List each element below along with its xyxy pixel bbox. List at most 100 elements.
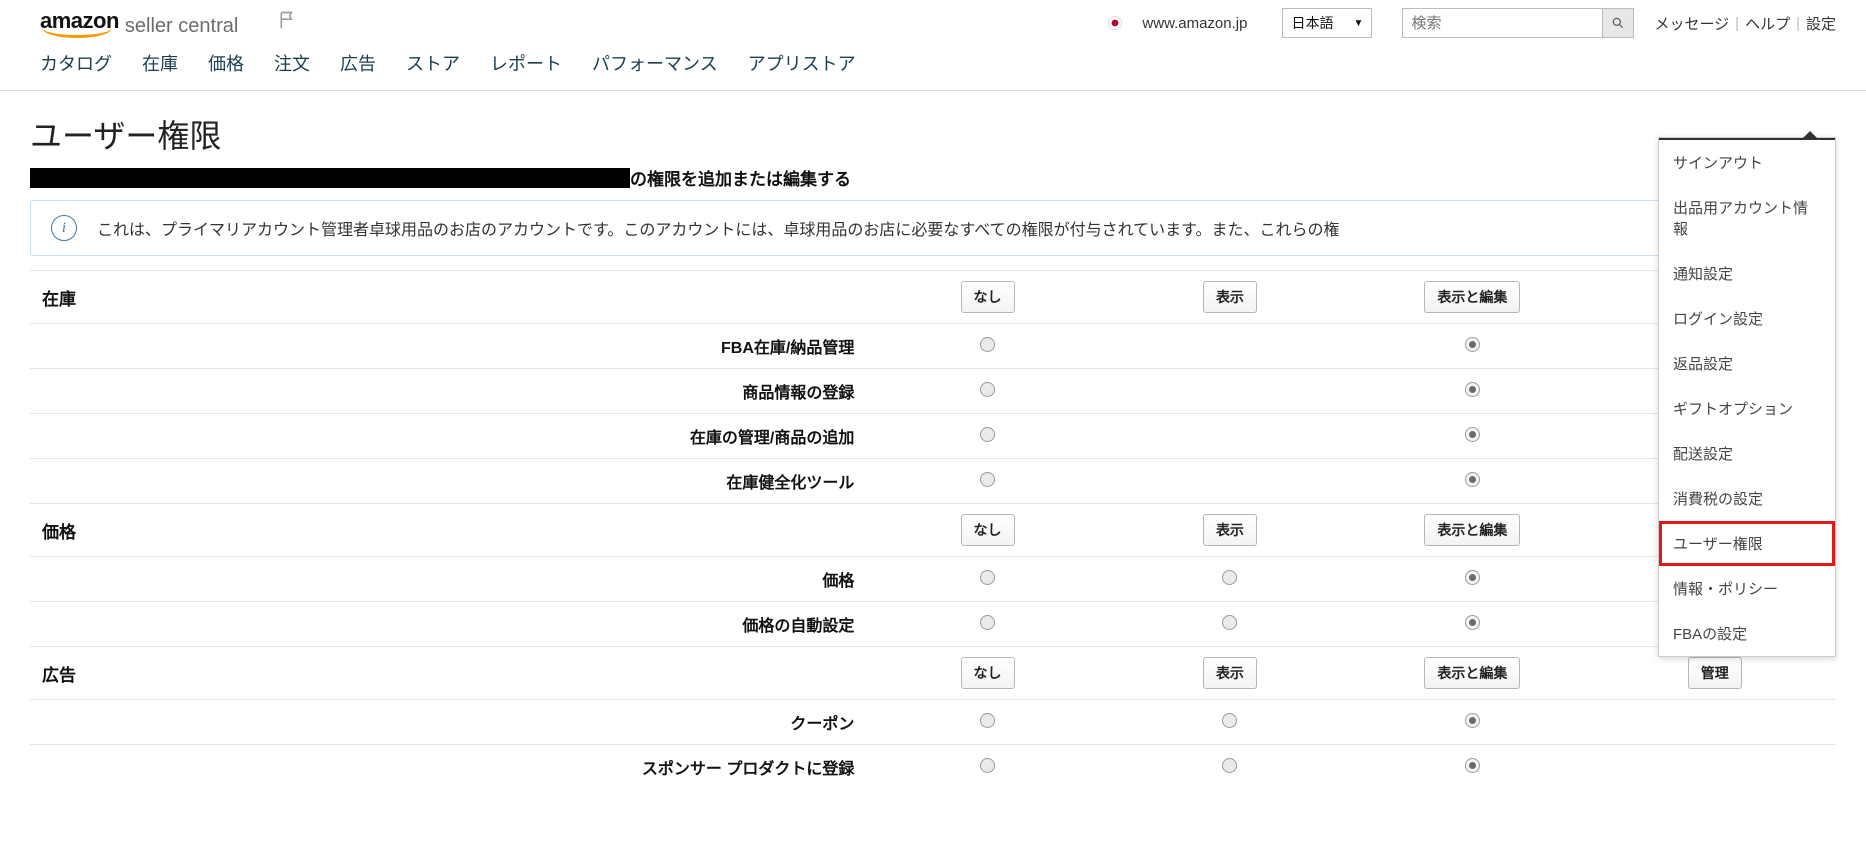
permission-label: 商品情報の登録 bbox=[30, 369, 866, 414]
main-nav: カタログ 在庫 価格 注文 広告 ストア レポート パフォーマンス アプリストア bbox=[0, 42, 1866, 91]
settings-menu-item[interactable]: 返品設定 bbox=[1659, 341, 1835, 386]
radio-view bbox=[1109, 459, 1351, 504]
radio[interactable] bbox=[1465, 382, 1480, 397]
radio[interactable] bbox=[980, 337, 995, 352]
settings-menu-item[interactable]: ユーザー権限 bbox=[1659, 521, 1835, 566]
radio-edit bbox=[1351, 324, 1593, 369]
radio[interactable] bbox=[1222, 713, 1237, 728]
radio[interactable] bbox=[980, 713, 995, 728]
radio-view bbox=[1109, 602, 1351, 647]
permission-label: 在庫の管理/商品の追加 bbox=[30, 414, 866, 459]
radio-none bbox=[866, 745, 1108, 790]
flag-outline-icon[interactable] bbox=[278, 10, 298, 36]
view-edit-button[interactable]: 表示と編集 bbox=[1424, 657, 1520, 689]
settings-menu-item[interactable]: 情報・ポリシー bbox=[1659, 566, 1835, 611]
settings-menu-item[interactable]: 出品用アカウント情報 bbox=[1659, 185, 1835, 251]
nav-reports[interactable]: レポート bbox=[490, 50, 562, 76]
radio[interactable] bbox=[980, 472, 995, 487]
col-view-btn: 表示 bbox=[1109, 504, 1351, 557]
none-button[interactable]: なし bbox=[961, 514, 1015, 546]
nav-advertising[interactable]: 広告 bbox=[340, 50, 376, 76]
radio[interactable] bbox=[980, 615, 995, 630]
radio-none bbox=[866, 557, 1108, 602]
radio[interactable] bbox=[980, 382, 995, 397]
col-edit-btn: 表示と編集 bbox=[1351, 271, 1593, 324]
permission-row: 在庫の管理/商品の追加 bbox=[30, 414, 1836, 459]
radio-edit bbox=[1351, 414, 1593, 459]
radio[interactable] bbox=[980, 427, 995, 442]
nav-appstore[interactable]: アプリストア bbox=[748, 50, 856, 76]
logo[interactable]: amazon seller central bbox=[40, 8, 238, 38]
radio-view bbox=[1109, 557, 1351, 602]
radio-edit bbox=[1351, 602, 1593, 647]
language-select[interactable]: 日本語 ▼ bbox=[1282, 8, 1372, 38]
nav-orders[interactable]: 注文 bbox=[274, 50, 310, 76]
search-button[interactable] bbox=[1602, 8, 1634, 38]
help-link[interactable]: ヘルプ bbox=[1745, 13, 1790, 34]
permission-label: 価格 bbox=[30, 557, 866, 602]
view-button[interactable]: 表示 bbox=[1203, 657, 1257, 689]
radio[interactable] bbox=[1222, 570, 1237, 585]
language-value: 日本語 bbox=[1291, 13, 1333, 33]
permission-row: FBA在庫/納品管理 bbox=[30, 324, 1836, 369]
col-view-btn: 表示 bbox=[1109, 647, 1351, 700]
radio-none bbox=[866, 700, 1108, 745]
settings-menu-item[interactable]: ログイン設定 bbox=[1659, 296, 1835, 341]
view-button[interactable]: 表示 bbox=[1203, 281, 1257, 313]
settings-menu-item[interactable]: サインアウト bbox=[1659, 140, 1835, 185]
radio-none bbox=[866, 414, 1108, 459]
permission-label: スポンサー プロダクトに登録 bbox=[30, 745, 866, 790]
settings-menu-item[interactable]: ギフトオプション bbox=[1659, 386, 1835, 431]
radio[interactable] bbox=[1465, 427, 1480, 442]
page-subtitle: の権限を追加または編集する bbox=[30, 165, 1836, 190]
radio[interactable] bbox=[980, 570, 995, 585]
view-edit-button[interactable]: 表示と編集 bbox=[1424, 281, 1520, 313]
radio[interactable] bbox=[1465, 337, 1480, 352]
permission-label: 価格の自動設定 bbox=[30, 602, 866, 647]
permission-label: FBA在庫/納品管理 bbox=[30, 324, 866, 369]
radio[interactable] bbox=[1465, 472, 1480, 487]
subtitle-suffix: の権限を追加または編集する bbox=[630, 165, 851, 190]
radio[interactable] bbox=[1465, 758, 1480, 773]
radio[interactable] bbox=[1465, 615, 1480, 630]
permission-row: 在庫健全化ツール bbox=[30, 459, 1836, 504]
settings-menu-item[interactable]: 消費税の設定 bbox=[1659, 476, 1835, 521]
radio-view bbox=[1109, 324, 1351, 369]
page-title: ユーザー権限 bbox=[30, 111, 1836, 157]
none-button[interactable]: なし bbox=[961, 281, 1015, 313]
marketplace-label[interactable]: www.amazon.jp bbox=[1142, 15, 1247, 32]
jp-flag-icon bbox=[1108, 16, 1122, 30]
search bbox=[1402, 8, 1634, 38]
radio[interactable] bbox=[1465, 570, 1480, 585]
radio[interactable] bbox=[980, 758, 995, 773]
search-input[interactable] bbox=[1402, 8, 1602, 38]
logo-word: amazon bbox=[40, 8, 119, 33]
radio-none bbox=[866, 369, 1108, 414]
settings-menu-item[interactable]: 配送設定 bbox=[1659, 431, 1835, 476]
nav-inventory[interactable]: 在庫 bbox=[142, 50, 178, 76]
info-banner: i これは、プライマリアカウント管理者卓球用品のお店のアカウントです。このアカウ… bbox=[30, 200, 1836, 256]
top-bar: amazon seller central www.amazon.jp 日本語 … bbox=[0, 0, 1866, 42]
nav-stores[interactable]: ストア bbox=[406, 50, 460, 76]
nav-catalog[interactable]: カタログ bbox=[40, 50, 112, 76]
radio-none bbox=[866, 459, 1108, 504]
radio[interactable] bbox=[1222, 758, 1237, 773]
view-button[interactable]: 表示 bbox=[1203, 514, 1257, 546]
nav-performance[interactable]: パフォーマンス bbox=[592, 50, 718, 76]
settings-link[interactable]: 設定 bbox=[1806, 13, 1836, 34]
permission-row: 価格 bbox=[30, 557, 1836, 602]
redacted-user-info bbox=[30, 168, 630, 188]
nav-pricing[interactable]: 価格 bbox=[208, 50, 244, 76]
radio-none bbox=[866, 602, 1108, 647]
settings-menu-item[interactable]: FBAの設定 bbox=[1659, 611, 1835, 656]
messages-link[interactable]: メッセージ bbox=[1654, 13, 1729, 34]
radio-view bbox=[1109, 414, 1351, 459]
admin-button[interactable]: 管理 bbox=[1688, 657, 1742, 689]
section-label: 在庫 bbox=[30, 271, 866, 324]
settings-menu-item[interactable]: 通知設定 bbox=[1659, 251, 1835, 296]
view-edit-button[interactable]: 表示と編集 bbox=[1424, 514, 1520, 546]
radio[interactable] bbox=[1222, 615, 1237, 630]
radio[interactable] bbox=[1465, 713, 1480, 728]
col-edit-btn: 表示と編集 bbox=[1351, 647, 1593, 700]
none-button[interactable]: なし bbox=[961, 657, 1015, 689]
